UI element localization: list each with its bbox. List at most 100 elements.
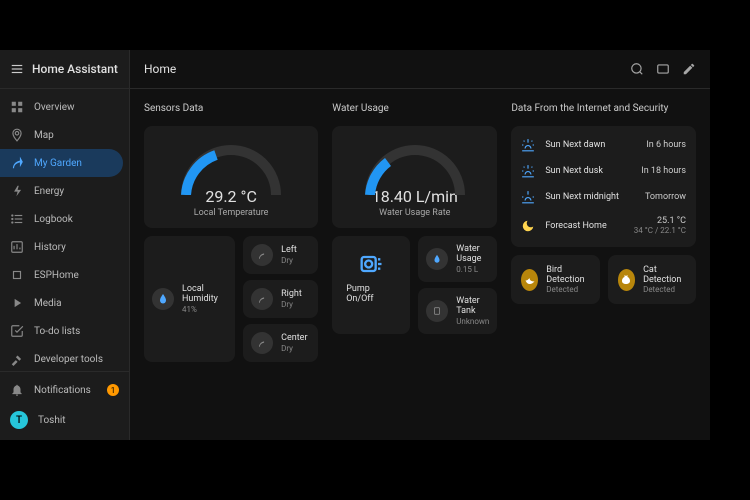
forecast-value: 25.1 °C bbox=[634, 216, 686, 226]
humidity-label: Local Humidity bbox=[182, 284, 227, 304]
sidebar-item-mygarden[interactable]: My Garden bbox=[0, 149, 123, 177]
internet-column: Data From the Internet and Security Sun … bbox=[511, 103, 696, 426]
sun-midnight-row[interactable]: Sun Next midnightTomorrow bbox=[521, 184, 686, 210]
sidebar-item-notifications[interactable]: Notifications 1 bbox=[0, 376, 129, 404]
temperature-gauge-card[interactable]: 29.2 °C Local Temperature bbox=[144, 126, 318, 228]
sidebar-bottom: Notifications 1 T Toshit bbox=[0, 371, 129, 440]
sunrise-icon bbox=[521, 138, 537, 152]
avatar: T bbox=[10, 411, 28, 429]
bird-detection-card[interactable]: Bird DetectionDetected bbox=[511, 255, 599, 304]
sidebar-item-label: Overview bbox=[34, 102, 75, 113]
sun-midnight-label: Sun Next midnight bbox=[545, 192, 637, 202]
assist-icon[interactable] bbox=[656, 62, 670, 76]
sidebar-item-user[interactable]: T Toshit bbox=[0, 404, 129, 436]
dashboard-icon bbox=[10, 100, 24, 114]
moisture-right-card[interactable]: RightDry bbox=[243, 280, 318, 318]
cat-detection-card[interactable]: Cat DetectionDetected bbox=[608, 255, 696, 304]
main: Home Sensors Data 29.2 °C Local Temperat… bbox=[130, 50, 710, 440]
moon-icon bbox=[521, 219, 537, 233]
cat-value: Detected bbox=[643, 285, 686, 294]
water-drop-icon bbox=[152, 288, 174, 310]
sidebar-item-energy[interactable]: Energy bbox=[0, 177, 129, 205]
water-rate-label: Water Usage Rate bbox=[379, 208, 450, 218]
humidity-card[interactable]: Local Humidity41% bbox=[144, 236, 235, 362]
section-title-sensors: Sensors Data bbox=[144, 103, 318, 114]
sun-dawn-value: In 6 hours bbox=[646, 140, 686, 150]
sidebar-item-label: Notifications bbox=[34, 385, 91, 396]
leaf-icon bbox=[10, 156, 24, 170]
sun-dusk-value: In 18 hours bbox=[641, 166, 686, 176]
sidebar-item-label: Map bbox=[34, 130, 54, 141]
forecast-value2: 34 °C / 22.1 °C bbox=[634, 226, 686, 235]
moisture-center-card[interactable]: CenterDry bbox=[243, 324, 318, 362]
section-title-water: Water Usage bbox=[332, 103, 497, 114]
moisture-left-label: Left bbox=[281, 245, 297, 255]
content: Sensors Data 29.2 °C Local Temperature L… bbox=[130, 89, 710, 440]
hammer-icon bbox=[10, 352, 24, 366]
water-gauge bbox=[360, 140, 470, 195]
sun-dawn-label: Sun Next dawn bbox=[545, 140, 638, 150]
check-icon bbox=[10, 324, 24, 338]
tank-icon bbox=[426, 300, 448, 322]
sun-dusk-row[interactable]: Sun Next dusk In 18 hours bbox=[521, 158, 686, 184]
sidebar-item-label: History bbox=[34, 242, 66, 253]
notifications-badge: 1 bbox=[107, 384, 119, 396]
sidebar-item-history[interactable]: History bbox=[0, 233, 129, 261]
cat-icon bbox=[618, 269, 635, 291]
leaf-off-icon bbox=[251, 332, 273, 354]
midnight-icon bbox=[521, 190, 537, 204]
moisture-center-value: Dry bbox=[281, 344, 307, 353]
sunset-icon bbox=[521, 164, 537, 178]
sun-forecast-card: Sun Next dawn In 6 hours Sun Next dusk In … bbox=[511, 126, 696, 247]
chart-icon bbox=[10, 240, 24, 254]
water-tank-card[interactable]: Water TankUnknown bbox=[418, 288, 497, 334]
leaf-off-icon bbox=[251, 288, 273, 310]
water-column: Water Usage 18.40 L/min Water Usage Rate… bbox=[332, 103, 497, 426]
water-gauge-card[interactable]: 18.40 L/min Water Usage Rate bbox=[332, 126, 497, 228]
sensors-column: Sensors Data 29.2 °C Local Temperature L… bbox=[144, 103, 318, 426]
chip-icon bbox=[10, 268, 24, 282]
water-usage-value: 0.15 L bbox=[456, 265, 489, 274]
bell-icon bbox=[10, 383, 24, 397]
menu-icon[interactable] bbox=[10, 62, 24, 76]
edit-icon[interactable] bbox=[682, 62, 696, 76]
section-title-internet: Data From the Internet and Security bbox=[511, 103, 696, 114]
sidebar-item-esphome[interactable]: ESPHome bbox=[0, 261, 129, 289]
sidebar-header: Home Assistant bbox=[0, 50, 129, 89]
forecast-label: Forecast Home bbox=[545, 221, 625, 231]
sidebar-item-devtools[interactable]: Developer tools bbox=[0, 345, 129, 371]
moisture-right-label: Right bbox=[281, 289, 302, 299]
moisture-left-card[interactable]: LeftDry bbox=[243, 236, 318, 274]
sidebar-item-overview[interactable]: Overview bbox=[0, 93, 129, 121]
moisture-right-value: Dry bbox=[281, 300, 302, 309]
leaf-off-icon bbox=[251, 244, 273, 266]
sidebar-item-label: Media bbox=[34, 298, 62, 309]
temperature-gauge bbox=[176, 140, 286, 195]
water-tank-label: Water Tank bbox=[456, 296, 489, 316]
bolt-icon bbox=[10, 184, 24, 198]
pump-card[interactable]: Pump On/Off bbox=[332, 236, 410, 334]
search-icon[interactable] bbox=[630, 62, 644, 76]
sidebar-item-map[interactable]: Map bbox=[0, 121, 129, 149]
sidebar-item-label: Toshit bbox=[38, 415, 66, 426]
sidebar-item-logbook[interactable]: Logbook bbox=[0, 205, 129, 233]
water-tank-value: Unknown bbox=[456, 317, 489, 326]
sidebar-item-label: My Garden bbox=[34, 158, 82, 169]
sun-dawn-row[interactable]: Sun Next dawn In 6 hours bbox=[521, 132, 686, 158]
water-icon bbox=[426, 248, 448, 270]
forecast-row[interactable]: Forecast Home 25.1 °C34 °C / 22.1 °C bbox=[521, 210, 686, 241]
sidebar-item-label: Developer tools bbox=[34, 354, 103, 365]
sidebar-item-media[interactable]: Media bbox=[0, 289, 129, 317]
water-usage-label: Water Usage bbox=[456, 244, 489, 264]
bird-label: Bird Detection bbox=[546, 265, 589, 285]
app-title: Home Assistant bbox=[32, 62, 118, 76]
humidity-value: 41% bbox=[182, 305, 227, 314]
page-title: Home bbox=[144, 62, 618, 76]
bird-value: Detected bbox=[546, 285, 589, 294]
water-usage-card[interactable]: Water Usage0.15 L bbox=[418, 236, 497, 282]
sidebar-item-label: ESPHome bbox=[34, 270, 79, 281]
list-icon bbox=[10, 212, 24, 226]
pump-icon bbox=[357, 250, 385, 278]
sun-dusk-label: Sun Next dusk bbox=[545, 166, 633, 176]
sidebar-item-todo[interactable]: To-do lists bbox=[0, 317, 129, 345]
